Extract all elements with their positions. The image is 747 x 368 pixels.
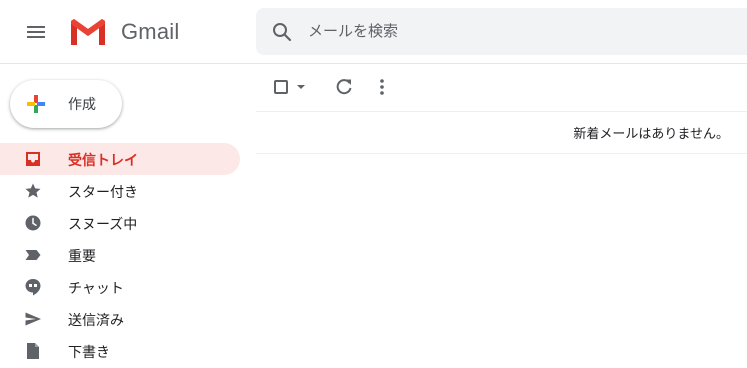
hamburger-menu-icon: [27, 26, 45, 38]
gmail-logo[interactable]: Gmail: [69, 17, 179, 47]
sidebar-item-drafts[interactable]: 下書き: [0, 335, 240, 367]
chat-icon: [25, 279, 41, 296]
sidebar-item-label: 下書き: [68, 345, 110, 361]
sidebar-item-important[interactable]: 重要: [0, 239, 240, 271]
empty-inbox-message: 新着メールはありません。: [573, 127, 729, 142]
sidebar-item-inbox[interactable]: 受信トレイ: [0, 143, 240, 175]
send-icon: [25, 312, 41, 326]
sidebar-item-label: スヌーズ中: [68, 217, 138, 233]
app-name: Gmail: [121, 19, 180, 44]
inbox-icon: [26, 152, 40, 166]
plus-icon: [27, 95, 45, 113]
sidebar-item-label: 受信トレイ: [68, 153, 138, 169]
gmail-app: Gmail 作成 受信トレイ: [0, 0, 747, 368]
search-icon[interactable]: [270, 20, 294, 44]
star-icon: [25, 183, 41, 198]
header: Gmail: [0, 0, 747, 64]
compose-button[interactable]: 作成: [10, 80, 122, 128]
sidebar-item-starred[interactable]: スター付き: [0, 175, 240, 207]
message-toolbar: [256, 64, 747, 112]
message-list: 新着メールはありません。: [256, 112, 747, 154]
search-bar[interactable]: [256, 8, 747, 55]
refresh-icon[interactable]: [334, 77, 354, 97]
sidebar-nav: 受信トレイ スター付き スヌーズ中 重要 チャット 送信済み 下書き: [0, 143, 240, 367]
important-icon: [25, 250, 41, 260]
caret-down-icon[interactable]: [296, 83, 306, 91]
select-all-checkbox[interactable]: [274, 80, 288, 94]
sidebar-item-label: 送信済み: [68, 313, 124, 329]
sidebar-item-label: スター付き: [68, 185, 138, 201]
more-vertical-icon[interactable]: [372, 77, 392, 97]
draft-icon: [27, 343, 39, 359]
sidebar-item-sent[interactable]: 送信済み: [0, 303, 240, 335]
main-menu-button[interactable]: [20, 16, 52, 48]
sidebar-item-label: チャット: [68, 281, 124, 297]
search-input[interactable]: [308, 19, 728, 43]
clock-icon: [25, 215, 41, 231]
sidebar-item-label: 重要: [68, 249, 96, 265]
gmail-m-logo-icon: [70, 18, 106, 46]
compose-label: 作成: [68, 97, 96, 113]
sidebar-item-snoozed[interactable]: スヌーズ中: [0, 207, 240, 239]
sidebar-item-chat[interactable]: チャット: [0, 271, 240, 303]
